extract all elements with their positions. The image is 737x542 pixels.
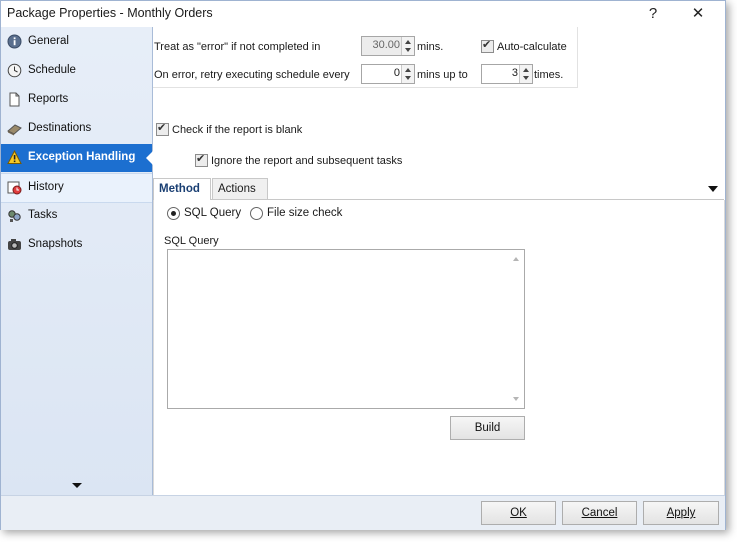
sidebar-item-exception-handling[interactable]: Exception Handling <box>1 144 153 172</box>
auto-calculate-label: Auto-calculate <box>497 41 567 53</box>
stepper-up-icon <box>405 40 411 44</box>
dialog-footer: OK Cancel Apply <box>1 495 725 530</box>
sql-query-textarea[interactable] <box>167 249 525 409</box>
scroll-up-icon[interactable] <box>513 257 519 261</box>
sidebar-item-label: History <box>28 181 64 193</box>
sidebar: General Schedule Reports Destinations Ex… <box>1 27 153 495</box>
stepper-down-icon <box>405 48 411 52</box>
sidebar-item-destinations[interactable]: Destinations <box>1 115 152 143</box>
check-blank-checkbox[interactable]: ✔ <box>156 122 169 136</box>
error-timeout-stepper: 30.00 <box>361 36 415 56</box>
retry-interval-stepper[interactable]: 0 <box>361 64 415 84</box>
cancel-label: Cancel <box>581 507 618 519</box>
sql-query-radio-label[interactable]: SQL Query <box>184 207 241 219</box>
times-label: times. <box>534 69 564 81</box>
sidebar-item-history[interactable]: History <box>1 173 152 203</box>
sidebar-item-snapshots[interactable]: Snapshots <box>1 231 152 259</box>
title-bar: Package Properties - Monthly Orders ? ✕ <box>1 1 725 27</box>
stepper-down-icon[interactable] <box>523 76 529 80</box>
ok-button[interactable]: OK <box>481 501 556 525</box>
checkmark-icon: ✔ <box>196 153 206 165</box>
sidebar-item-reports[interactable]: Reports <box>1 86 152 114</box>
sidebar-item-label: Tasks <box>28 209 58 221</box>
destination-icon <box>7 124 22 136</box>
close-button[interactable]: ✕ <box>678 1 718 27</box>
tasks-icon <box>8 210 21 222</box>
sidebar-scroll-down-icon[interactable] <box>72 483 82 488</box>
tab-label: Actions <box>218 183 256 195</box>
checkmark-icon: ✔ <box>482 39 492 51</box>
sidebar-item-label: Schedule <box>28 64 76 76</box>
clock-icon <box>7 63 22 78</box>
sql-query-field-label: SQL Query <box>164 235 219 247</box>
content-area: Treat as "error" if not completed in 30.… <box>153 27 725 495</box>
method-tab-bar: Method Actions <box>153 178 724 200</box>
cancel-button[interactable]: Cancel <box>562 501 637 525</box>
sidebar-item-label: Destinations <box>28 122 92 134</box>
sidebar-item-label: General <box>28 35 69 47</box>
info-icon <box>7 34 22 49</box>
tab-label: Method <box>159 183 200 195</box>
sidebar-item-general[interactable]: General <box>1 28 152 56</box>
error-timeout-value: 30.00 <box>372 39 400 51</box>
checkmark-icon: ✔ <box>157 122 167 134</box>
ignore-report-checkbox[interactable]: ✔ <box>195 153 208 167</box>
sidebar-item-label: Snapshots <box>28 238 83 250</box>
package-properties-dialog: Package Properties - Monthly Orders ? ✕ … <box>0 0 726 530</box>
retry-label: On error, retry executing schedule every <box>154 69 350 81</box>
window-title: Package Properties - Monthly Orders <box>7 6 213 20</box>
check-blank-label: Check if the report is blank <box>172 124 303 136</box>
sidebar-item-label: Reports <box>28 93 69 105</box>
sql-query-radio[interactable] <box>167 207 180 220</box>
sidebar-item-tasks[interactable]: Tasks <box>1 202 152 230</box>
ignore-report-label: Ignore the report and subsequent tasks <box>211 155 403 167</box>
mins-up-to-label: mins up to <box>417 69 468 81</box>
retry-times-value[interactable]: 3 <box>512 67 518 79</box>
apply-button[interactable]: Apply <box>643 501 719 525</box>
method-tab-panel: SQL Query File size check SQL Query Buil… <box>153 200 725 495</box>
treat-error-label: Treat as "error" if not completed in <box>154 41 321 53</box>
stepper-up-icon[interactable] <box>405 68 411 72</box>
sidebar-item-schedule[interactable]: Schedule <box>1 57 152 85</box>
document-icon <box>9 92 20 107</box>
ok-label: OK <box>510 507 527 519</box>
textarea-scrollbar[interactable] <box>509 250 524 408</box>
chevron-down-icon[interactable] <box>708 186 718 192</box>
stepper-down-icon[interactable] <box>405 76 411 80</box>
tab-actions[interactable]: Actions <box>212 178 268 199</box>
help-button[interactable]: ? <box>633 1 673 27</box>
scroll-down-icon[interactable] <box>513 397 519 401</box>
stepper-up-icon[interactable] <box>523 68 529 72</box>
file-size-check-label[interactable]: File size check <box>267 207 342 219</box>
sidebar-item-label: Exception Handling <box>28 151 136 163</box>
retry-times-stepper[interactable]: 3 <box>481 64 533 84</box>
file-size-check-radio[interactable] <box>250 207 263 220</box>
retry-interval-value[interactable]: 0 <box>394 67 400 79</box>
apply-label: Apply <box>666 507 696 519</box>
warning-icon <box>7 150 22 164</box>
auto-calculate-checkbox[interactable]: ✔ <box>481 39 494 53</box>
mins-label: mins. <box>417 41 444 53</box>
build-button[interactable]: Build <box>450 416 525 440</box>
history-icon <box>7 181 22 195</box>
tab-method[interactable]: Method <box>153 178 211 200</box>
camera-icon <box>8 239 21 250</box>
